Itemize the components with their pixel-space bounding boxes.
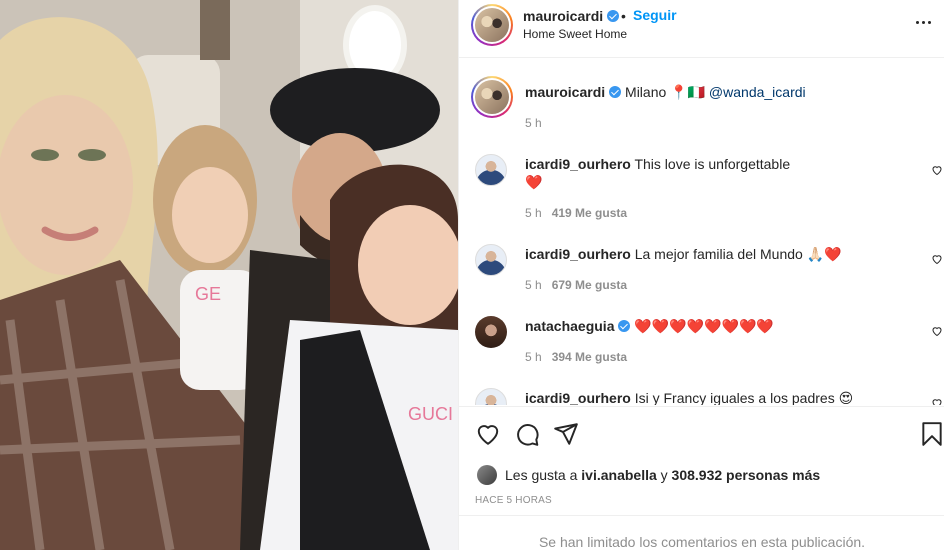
post-photo[interactable]: GE GUCI	[0, 0, 458, 550]
post-actions: Les gusta a ivi.anabella y 308.932 perso…	[459, 406, 944, 550]
comment-username[interactable]: icardi9_ourhero	[525, 246, 631, 262]
verified-badge-icon	[609, 86, 622, 98]
comment-3: natachaeguia ❤️❤️❤️❤️❤️❤️❤️❤️	[525, 317, 925, 335]
comment-username[interactable]: natachaeguia	[525, 318, 614, 334]
comment-meta: 5 h 679 Me gusta	[525, 278, 627, 292]
author-avatar[interactable]	[471, 4, 513, 46]
comment-4: icardi9_ourhero Isi y Francy iguales a l…	[525, 389, 925, 405]
comment-username[interactable]: icardi9_ourhero	[525, 390, 631, 405]
liker-avatar[interactable]	[477, 465, 497, 485]
comment-like-heart-icon[interactable]	[931, 325, 943, 337]
svg-text:GE: GE	[195, 284, 221, 304]
caption-meta: 5 h	[525, 116, 542, 130]
comment-likes[interactable]: 419 Me gusta	[552, 206, 627, 220]
caption: mauroicardi Milano 📍🇮🇹 @wanda_icardi	[525, 83, 925, 101]
comment-text: Isi y Francy iguales a los padres 😍	[634, 390, 854, 405]
caption-author-avatar[interactable]	[471, 76, 513, 118]
caption-time[interactable]: 5 h	[525, 116, 542, 130]
comment-emoji: ❤️	[525, 174, 543, 190]
comment-likes[interactable]: 394 Me gusta	[552, 350, 627, 364]
comment-avatar[interactable]	[475, 388, 507, 405]
caption-text: Milano 📍🇮🇹	[625, 84, 706, 100]
comments-limited-notice: Se han limitado los comentarios en esta …	[459, 515, 944, 550]
more-dot	[916, 20, 919, 24]
likes-others[interactable]: 308.932 personas más	[672, 467, 821, 483]
comment-username[interactable]: icardi9_ourhero	[525, 156, 631, 172]
comment-1: icardi9_ourhero This love is unforgettab…	[525, 155, 925, 191]
verified-badge-icon	[607, 10, 620, 22]
comment-time[interactable]: 5 h	[525, 206, 542, 220]
follow-button[interactable]: Seguir	[633, 7, 677, 23]
comment-avatar[interactable]	[475, 154, 507, 186]
avatar-image	[475, 8, 509, 42]
comments-list[interactable]: mauroicardi Milano 📍🇮🇹 @wanda_icardi 5 h…	[459, 59, 944, 405]
caption-username[interactable]: mauroicardi	[525, 84, 605, 100]
header-separator: •	[621, 8, 626, 24]
comment-2: icardi9_ourhero La mejor familia del Mun…	[525, 245, 925, 263]
comment-like-heart-icon[interactable]	[931, 164, 943, 176]
caption-mention[interactable]: @wanda_icardi	[709, 84, 806, 100]
share-icon[interactable]	[553, 421, 579, 447]
comment-text: ❤️❤️❤️❤️❤️❤️❤️❤️	[634, 318, 774, 334]
author-username-row: mauroicardi	[523, 8, 620, 24]
comment-time[interactable]: 5 h	[525, 350, 542, 364]
author-username[interactable]: mauroicardi	[523, 8, 603, 24]
comment-avatar[interactable]	[475, 316, 507, 348]
comment-icon[interactable]	[514, 421, 540, 447]
svg-text:GUCI: GUCI	[408, 404, 453, 424]
post-panel: mauroicardi • Seguir Home Sweet Home mau…	[458, 0, 944, 550]
comment-like-heart-icon[interactable]	[931, 397, 943, 405]
comment-avatar[interactable]	[475, 244, 507, 276]
post-header: mauroicardi • Seguir Home Sweet Home	[459, 0, 944, 58]
post-location[interactable]: Home Sweet Home	[523, 27, 627, 41]
heart-icon[interactable]	[475, 421, 501, 447]
post-photo-image: GE GUCI	[0, 0, 458, 550]
more-options-icon[interactable]	[916, 12, 938, 32]
likes-prefix: Les gusta a	[505, 467, 578, 483]
comment-like-heart-icon[interactable]	[931, 253, 943, 265]
comment-text: This love is unforgettable	[634, 156, 791, 172]
comment-meta: 5 h 419 Me gusta	[525, 206, 627, 220]
more-dot	[922, 20, 925, 24]
bookmark-icon[interactable]	[919, 421, 944, 447]
likes-middle: y	[660, 467, 668, 483]
more-dot	[928, 20, 931, 24]
post-time-ago[interactable]: HACE 5 HORAS	[475, 495, 552, 506]
comment-meta: 5 h 394 Me gusta	[525, 350, 627, 364]
verified-badge-icon	[618, 320, 631, 332]
likes-first-user[interactable]: ivi.anabella	[581, 467, 656, 483]
comment-likes[interactable]: 679 Me gusta	[552, 278, 627, 292]
likes-summary: Les gusta a ivi.anabella y 308.932 perso…	[477, 465, 820, 485]
comment-text: La mejor familia del Mundo 🙏🏻❤️	[634, 246, 842, 262]
avatar-image	[475, 80, 509, 114]
comment-time[interactable]: 5 h	[525, 278, 542, 292]
